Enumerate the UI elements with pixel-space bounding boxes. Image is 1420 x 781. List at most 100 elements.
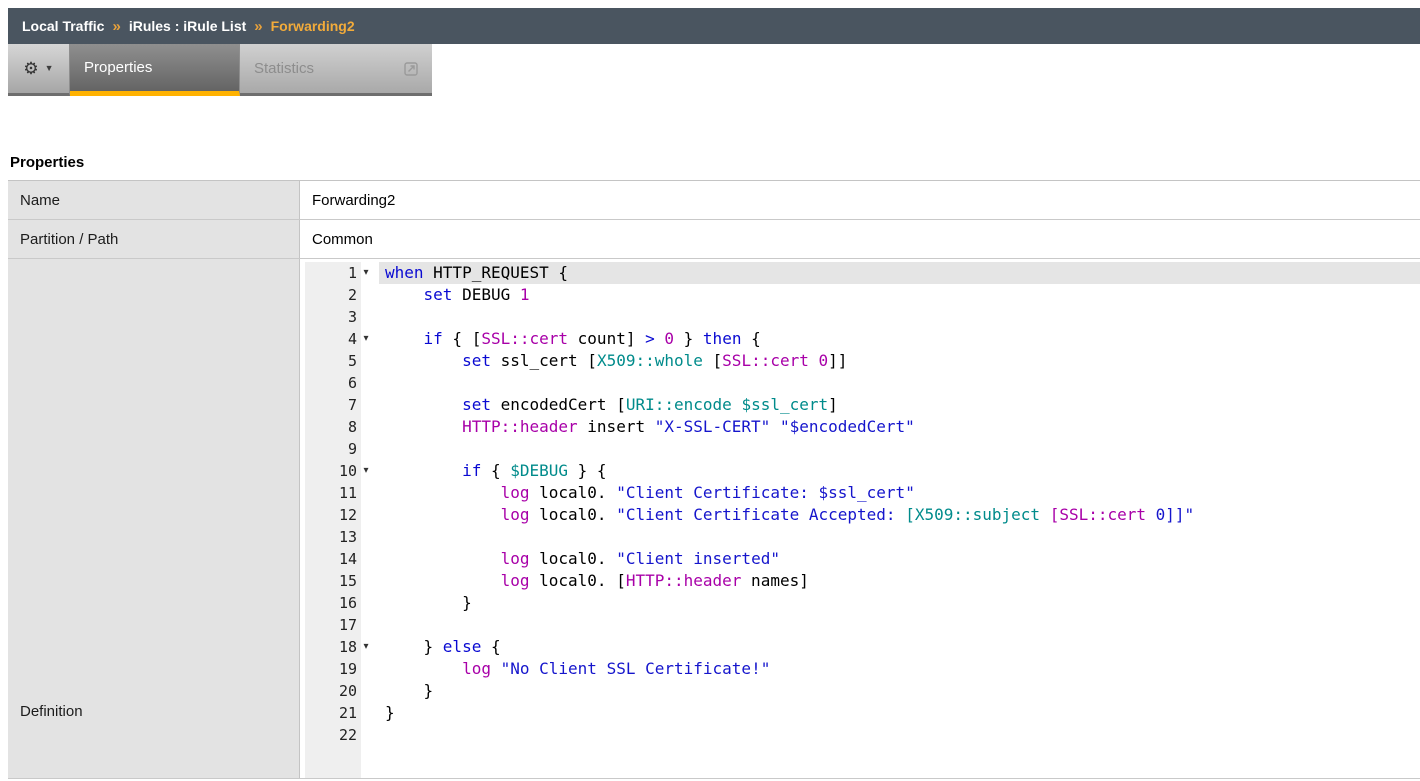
code-line[interactable]: log local0. "Client Certificate: $ssl_ce… (379, 482, 1420, 504)
code-line[interactable]: } (379, 702, 1420, 724)
editor-code[interactable]: when HTTP_REQUEST { set DEBUG 1 if { [SS… (379, 262, 1420, 778)
line-number: 10 (305, 460, 357, 482)
code-token: log (501, 571, 530, 590)
code-line[interactable]: when HTTP_REQUEST { (379, 262, 1420, 284)
line-number: 21 (305, 702, 357, 724)
line-number: 2 (305, 284, 357, 306)
code-token: URI::encode (626, 395, 732, 414)
code-token (385, 549, 501, 568)
code-line[interactable]: HTTP::header insert "X-SSL-CERT" "$encod… (379, 416, 1420, 438)
code-token: } (385, 593, 472, 612)
code-line[interactable]: log local0. [HTTP::header names] (379, 570, 1420, 592)
code-token: 0 (819, 351, 829, 370)
line-number: 9 (305, 438, 357, 460)
code-token: "Client Certificate Accepted: (616, 505, 905, 524)
gutter-line: 12 (305, 504, 379, 526)
code-token (385, 351, 462, 370)
code-token: "$encodedCert" (780, 417, 915, 436)
code-token (655, 329, 665, 348)
code-line[interactable]: log "No Client SSL Certificate!" (379, 658, 1420, 680)
breadcrumb-item-irule-list[interactable]: iRules : iRule List (129, 18, 246, 34)
code-token: SSL::cert (722, 351, 809, 370)
code-token: ] (828, 395, 838, 414)
code-token: ]] (828, 351, 847, 370)
line-number: 3 (305, 306, 357, 328)
code-line[interactable]: } (379, 592, 1420, 614)
code-line[interactable] (379, 306, 1420, 328)
code-token (385, 417, 462, 436)
editor-gutter: 1▾234▾5678910▾1112131415161718▾19202122 (305, 262, 379, 778)
code-token: } (385, 637, 443, 656)
tab-strip: ⚙ ▼ Properties Statistics (8, 44, 432, 96)
breadcrumb: Local Traffic » iRules : iRule List » Fo… (8, 8, 1420, 44)
code-line[interactable]: if { $DEBUG } { (379, 460, 1420, 482)
gutter-line: 20 (305, 680, 379, 702)
code-token: $ssl_cert (741, 395, 828, 414)
code-token: { (481, 637, 500, 656)
gutter-line: 14 (305, 548, 379, 570)
code-token: 0]]" (1146, 505, 1194, 524)
code-line[interactable]: set encodedCert [URI::encode $ssl_cert] (379, 394, 1420, 416)
code-line[interactable]: log local0. "Client inserted" (379, 548, 1420, 570)
line-number: 8 (305, 416, 357, 438)
table-row-definition: Definition 1▾234▾5678910▾111213141516171… (8, 259, 1420, 779)
code-token: set (462, 395, 491, 414)
code-token: ssl_cert [ (491, 351, 597, 370)
line-number: 18 (305, 636, 357, 658)
code-line[interactable]: if { [SSL::cert count] > 0 } then { (379, 328, 1420, 350)
code-token: when (385, 263, 424, 282)
breadcrumb-separator: » (112, 18, 120, 35)
line-number: 19 (305, 658, 357, 680)
code-editor[interactable]: 1▾234▾5678910▾1112131415161718▾19202122 … (305, 262, 1420, 778)
code-line[interactable]: } else { (379, 636, 1420, 658)
code-line[interactable]: log local0. "Client Certificate Accepted… (379, 504, 1420, 526)
definition-label: Definition (8, 259, 300, 778)
code-token: "Client Certificate: $ssl_cert" (616, 483, 915, 502)
code-token: DEBUG (452, 285, 519, 304)
code-token: $DEBUG (510, 461, 568, 480)
line-number: 16 (305, 592, 357, 614)
partition-label: Partition / Path (8, 220, 300, 258)
external-link-icon (404, 62, 418, 76)
code-token: SSL::cert (481, 329, 568, 348)
code-token: } (385, 703, 395, 722)
gear-menu-button[interactable]: ⚙ ▼ (8, 44, 70, 96)
line-number: 5 (305, 350, 357, 372)
line-number: 1 (305, 262, 357, 284)
code-line[interactable] (379, 438, 1420, 460)
code-line[interactable]: } (379, 680, 1420, 702)
code-token (385, 461, 462, 480)
code-token: "Client inserted" (616, 549, 780, 568)
fold-arrow-icon[interactable]: ▾ (357, 636, 375, 658)
fold-arrow-icon[interactable]: ▾ (357, 460, 375, 482)
tab-statistics[interactable]: Statistics (240, 44, 432, 96)
code-line[interactable] (379, 372, 1420, 394)
breadcrumb-item-local-traffic[interactable]: Local Traffic (22, 18, 104, 34)
gutter-line: 7 (305, 394, 379, 416)
code-token: "X-SSL-CERT" (655, 417, 771, 436)
code-line[interactable] (379, 526, 1420, 548)
code-token (1040, 505, 1050, 524)
code-token (385, 505, 501, 524)
code-line[interactable] (379, 724, 1420, 746)
tab-properties-label: Properties (84, 59, 152, 76)
gutter-line: 21 (305, 702, 379, 724)
code-token (385, 659, 462, 678)
code-line[interactable] (379, 614, 1420, 636)
gutter-line: 19 (305, 658, 379, 680)
code-line[interactable]: set DEBUG 1 (379, 284, 1420, 306)
code-token (385, 285, 424, 304)
line-number: 20 (305, 680, 357, 702)
line-number: 11 (305, 482, 357, 504)
line-number: 17 (305, 614, 357, 636)
code-token: else (443, 637, 482, 656)
code-line[interactable]: set ssl_cert [X509::whole [SSL::cert 0]] (379, 350, 1420, 372)
fold-arrow-icon[interactable]: ▾ (357, 328, 375, 350)
code-token: local0. [ (530, 571, 626, 590)
gear-icon: ⚙ (23, 60, 38, 77)
section-title: Properties (10, 154, 1420, 171)
code-token: log (501, 549, 530, 568)
fold-arrow-icon[interactable]: ▾ (357, 262, 375, 284)
tab-properties[interactable]: Properties (70, 44, 240, 96)
gutter-line: 9 (305, 438, 379, 460)
